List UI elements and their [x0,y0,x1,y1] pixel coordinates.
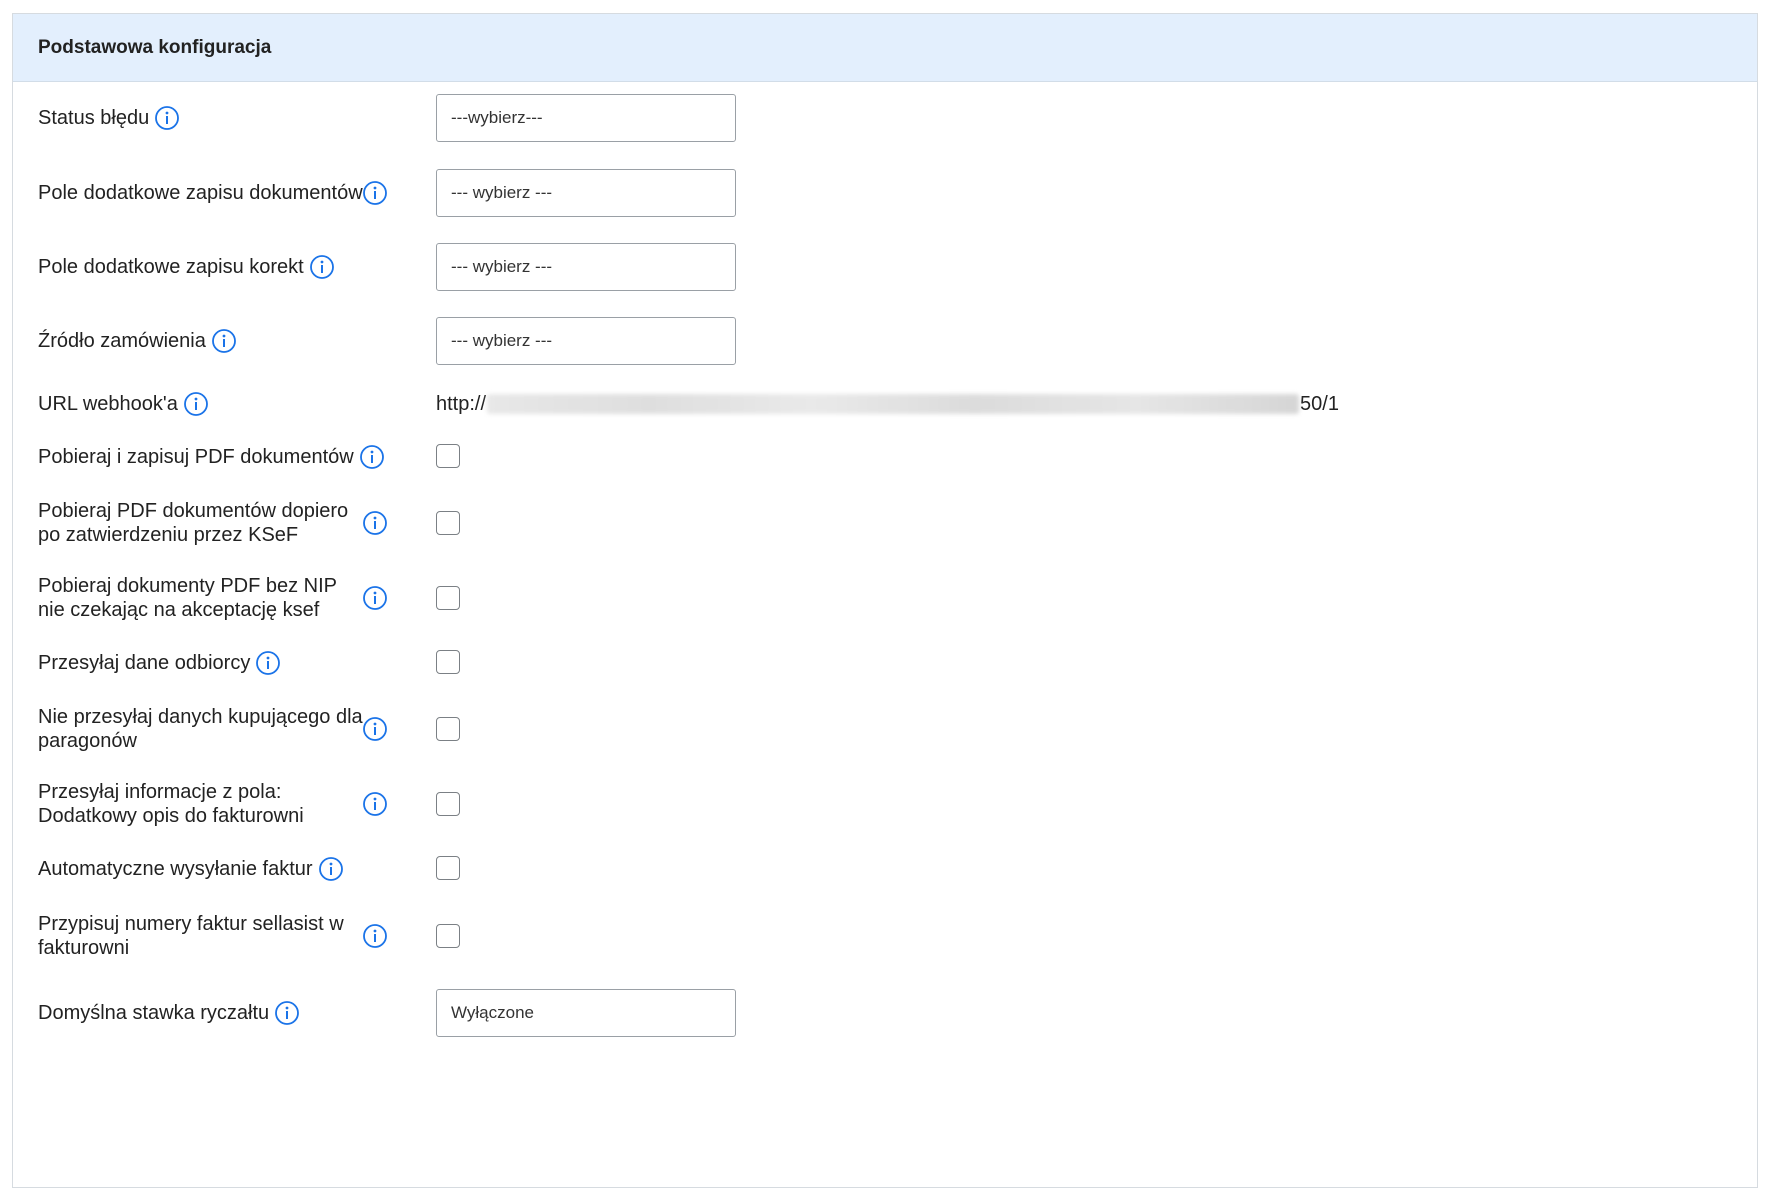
pdf-bez-nip-checkbox[interactable] [436,586,460,610]
pdf-dokumentow-label: Pobieraj i zapisuj PDF dokumentów [38,446,354,468]
numery-faktur-label: Przypisuj numery faktur sellasist w fakt… [38,913,344,959]
info-icon[interactable] [362,923,388,949]
pdf-bez-nip-label: Pobieraj dokumenty PDF bez NIP nie czeka… [38,575,337,621]
row-ryczalt: Domyślna stawka ryczałtu Wyłączone [13,989,1757,1037]
row-dane-odbiorcy: Przesyłaj dane odbiorcy [13,648,1757,678]
info-icon[interactable] [274,1000,300,1026]
row-zrodlo: Źródło zamówienia --- wybierz --- [13,317,1757,365]
pdf-dokumentow-checkbox[interactable] [436,444,460,468]
info-icon[interactable] [309,254,335,280]
webhook-url-prefix: http:// [436,392,487,415]
panel-header: Podstawowa konfiguracja [13,14,1757,82]
row-paragony: Nie przesyłaj danych kupującego dla para… [13,705,1757,753]
panel-title: Podstawowa konfiguracja [38,37,272,58]
auto-wysylanie-label: Automatyczne wysyłanie faktur [38,858,313,880]
row-pdf-ksef: Pobieraj PDF dokumentów dopiero po zatwi… [13,499,1757,547]
info-icon[interactable] [255,650,281,676]
row-numery-faktur: Przypisuj numery faktur sellasist w fakt… [13,912,1757,960]
status-bledu-select[interactable]: ---wybierz--- [436,94,736,142]
info-icon[interactable] [362,180,388,206]
row-pdf-bez-nip: Pobieraj dokumenty PDF bez NIP nie czeka… [13,574,1757,622]
info-icon[interactable] [154,105,180,131]
status-bledu-label: Status błędu [38,107,150,129]
pole-dokumentow-select[interactable]: --- wybierz --- [436,169,736,217]
webhook-url: http:// 50/1 [436,389,1339,419]
pole-korekt-select[interactable]: --- wybierz --- [436,243,736,291]
info-icon[interactable] [362,585,388,611]
ryczalt-label: Domyślna stawka ryczałtu [38,1002,270,1024]
info-icon[interactable] [359,444,385,470]
info-icon[interactable] [211,328,237,354]
auto-wysylanie-checkbox[interactable] [436,856,460,880]
row-pole-korekt: Pole dodatkowe zapisu korekt --- wybierz… [13,243,1757,291]
row-pdf-dokumentow: Pobieraj i zapisuj PDF dokumentów [13,442,1757,472]
info-icon[interactable] [362,791,388,817]
opis-checkbox[interactable] [436,792,460,816]
numery-faktur-checkbox[interactable] [436,924,460,948]
zrodlo-select[interactable]: --- wybierz --- [436,317,736,365]
row-auto-wysylanie: Automatyczne wysyłanie faktur [13,854,1757,884]
pole-dokumentow-label: Pole dodatkowe zapisu dokumentów [38,182,363,204]
pdf-ksef-label: Pobieraj PDF dokumentów dopiero po zatwi… [38,500,349,546]
row-webhook: URL webhook'a http:// 50/1 [13,389,1757,419]
row-status-bledu: Status błędu ---wybierz--- [13,94,1757,142]
config-panel: Podstawowa konfiguracja Status błędu ---… [12,13,1758,1188]
row-pole-dokumentow: Pole dodatkowe zapisu dokumentów --- wyb… [13,169,1757,217]
info-icon[interactable] [362,716,388,742]
info-icon[interactable] [318,856,344,882]
dane-odbiorcy-checkbox[interactable] [436,650,460,674]
pole-korekt-label: Pole dodatkowe zapisu korekt [38,256,304,278]
info-icon[interactable] [362,510,388,536]
webhook-label: URL webhook'a [38,393,178,415]
opis-label: Przesyłaj informacje z pola: Dodatkowy o… [38,781,304,827]
dane-odbiorcy-label: Przesyłaj dane odbiorcy [38,652,251,674]
paragony-label: Nie przesyłaj danych kupującego dla para… [38,706,363,752]
info-icon[interactable] [183,391,209,417]
paragony-checkbox[interactable] [436,717,460,741]
zrodlo-label: Źródło zamówienia [38,330,206,352]
pdf-ksef-checkbox[interactable] [436,511,460,535]
webhook-url-redacted [487,394,1300,414]
webhook-url-suffix: 50/1 [1300,392,1339,415]
ryczalt-select[interactable]: Wyłączone [436,989,736,1037]
row-opis: Przesyłaj informacje z pola: Dodatkowy o… [13,780,1757,828]
